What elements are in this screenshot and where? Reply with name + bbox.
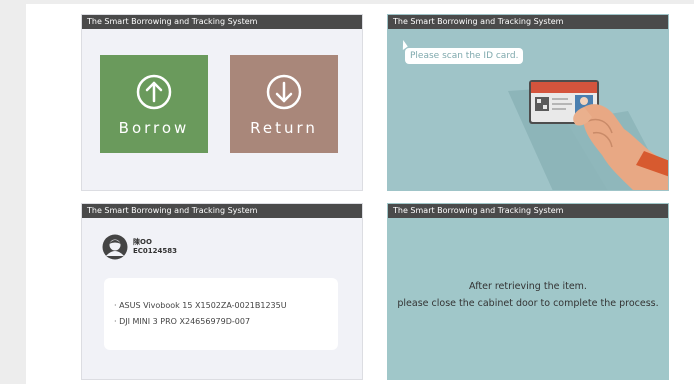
list-item: · DJI MINI 3 PRO X24656979D-007 bbox=[114, 317, 251, 326]
title-bar: The Smart Borrowing and Tracking System bbox=[82, 15, 362, 29]
arrow-up-circle-icon bbox=[136, 74, 172, 110]
user-info: 陳OO EC0124583 bbox=[102, 234, 177, 260]
borrowed-items-list: · ASUS Vivobook 15 X1502ZA-0021B1235U · … bbox=[104, 278, 338, 350]
panel-home: The Smart Borrowing and Tracking System … bbox=[81, 14, 363, 191]
borrow-label: Borrow bbox=[118, 119, 190, 137]
panel-completion: The Smart Borrowing and Tracking System … bbox=[387, 203, 669, 380]
panel-user-items: The Smart Borrowing and Tracking System … bbox=[81, 203, 363, 380]
panel-scan-id: The Smart Borrowing and Tracking System … bbox=[387, 14, 669, 191]
user-name: 陳OO bbox=[133, 238, 152, 246]
return-label: Return bbox=[250, 119, 318, 137]
completion-message: After retrieving the item. please close … bbox=[388, 278, 668, 312]
arrow-down-circle-icon bbox=[266, 74, 302, 110]
message-line-1: After retrieving the item. bbox=[469, 281, 587, 292]
return-button[interactable]: Return bbox=[230, 55, 338, 153]
message-line-2: please close the cabinet door to complet… bbox=[397, 298, 659, 309]
list-item: · ASUS Vivobook 15 X1502ZA-0021B1235U bbox=[114, 301, 287, 310]
title-bar: The Smart Borrowing and Tracking System bbox=[388, 15, 668, 29]
avatar-icon bbox=[102, 234, 128, 260]
borrow-button[interactable]: Borrow bbox=[100, 55, 208, 153]
employee-id: EC0124583 bbox=[133, 247, 178, 255]
title-bar: The Smart Borrowing and Tracking System bbox=[388, 204, 668, 218]
hand-holding-id-card-illustration bbox=[508, 80, 668, 190]
title-bar: The Smart Borrowing and Tracking System bbox=[82, 204, 362, 218]
